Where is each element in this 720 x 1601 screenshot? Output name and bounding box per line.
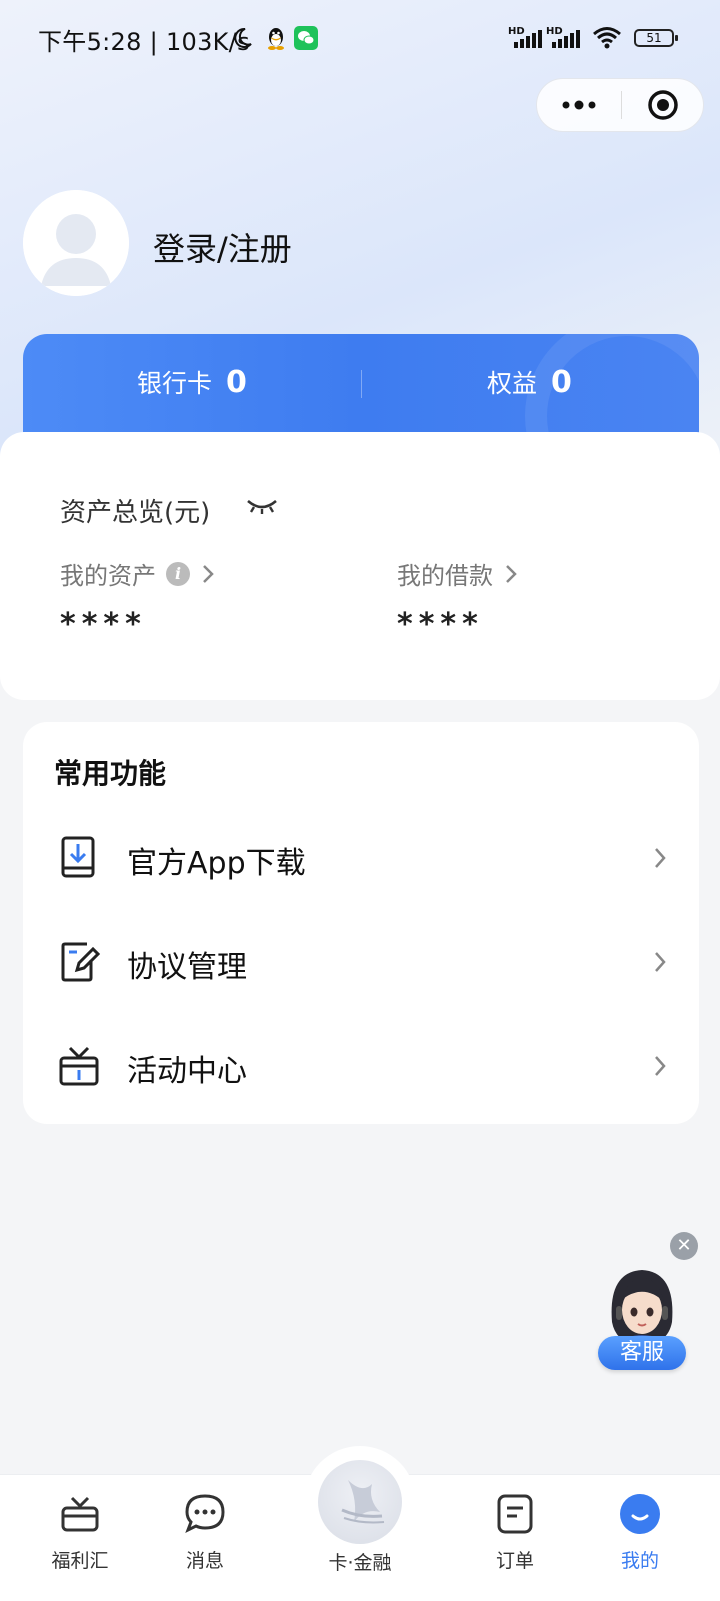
chevron-right-icon bbox=[203, 564, 214, 583]
tab-orders[interactable]: 订单 bbox=[455, 1474, 575, 1600]
bank-card-value: 0 bbox=[226, 365, 247, 400]
function-item-label: 官方App下载 bbox=[127, 846, 306, 881]
target-circle-icon bbox=[648, 90, 678, 120]
tab-label: 订单 bbox=[495, 1550, 534, 1572]
asset-overview-title: 资产总览(元) bbox=[60, 498, 211, 528]
login-register-link[interactable]: 登录/注册 bbox=[153, 224, 292, 270]
card-finance-logo bbox=[341, 1480, 385, 1524]
customer-service-button[interactable]: 客服 bbox=[598, 1262, 686, 1370]
tab-mine[interactable]: 我的 bbox=[580, 1474, 700, 1600]
rights-label: 权益 bbox=[487, 369, 538, 398]
common-functions-card: 常用功能 官方App下载 协议管理 活动中心 bbox=[23, 722, 699, 1124]
tab-label: 福利汇 bbox=[51, 1550, 109, 1572]
tab-label: 消息 bbox=[185, 1550, 224, 1572]
chevron-right-icon bbox=[655, 848, 666, 868]
rights-stat[interactable]: 权益 0 bbox=[487, 364, 572, 400]
summary-divider bbox=[361, 370, 362, 398]
default-avatar-icon bbox=[23, 190, 129, 296]
profile-icon bbox=[620, 1494, 660, 1534]
eye-closed-icon[interactable] bbox=[245, 496, 279, 518]
asset-overview-card: 资产总览(元) 我的资产 i **** 我的借款 **** bbox=[0, 432, 720, 700]
agreement-edit-icon bbox=[61, 942, 101, 982]
close-mini-program-button[interactable] bbox=[621, 79, 705, 131]
gift-box-icon bbox=[59, 1046, 99, 1086]
cellular-signal-icon-2 bbox=[552, 30, 580, 48]
message-icon bbox=[185, 1494, 225, 1534]
info-icon[interactable]: i bbox=[166, 561, 190, 586]
more-button[interactable] bbox=[537, 79, 621, 131]
chevron-right-icon bbox=[655, 952, 666, 972]
cellular-signal-icon bbox=[514, 30, 542, 48]
gift-icon bbox=[61, 1496, 99, 1532]
function-item-activity-center[interactable]: 活动中心 bbox=[23, 1016, 699, 1116]
tab-welfare[interactable]: 福利汇 bbox=[20, 1474, 140, 1600]
customer-service-close-button[interactable]: ✕ bbox=[670, 1232, 698, 1260]
bank-card-stat[interactable]: 银行卡 0 bbox=[137, 364, 247, 400]
tab-messages[interactable]: 消息 bbox=[145, 1474, 265, 1600]
moon-icon bbox=[234, 27, 252, 48]
chevron-right-icon bbox=[655, 1056, 666, 1076]
order-icon bbox=[497, 1494, 533, 1534]
function-item-label: 协议管理 bbox=[127, 950, 247, 985]
function-item-agreement[interactable]: 协议管理 bbox=[23, 912, 699, 1012]
mini-program-capsule bbox=[536, 78, 704, 132]
status-bar: 下午5:28 | 103K/s HD HD 51 bbox=[0, 0, 720, 78]
my-assets-section[interactable]: 我的资产 i **** bbox=[60, 556, 214, 642]
battery-indicator: 51 bbox=[634, 29, 678, 47]
qq-icon bbox=[268, 28, 284, 50]
bank-card-label: 银行卡 bbox=[137, 369, 213, 398]
avatar[interactable] bbox=[23, 190, 129, 296]
my-loans-value: **** bbox=[397, 607, 484, 642]
download-icon bbox=[61, 836, 95, 878]
my-assets-label: 我的资产 bbox=[60, 562, 156, 590]
tab-label: 我的 bbox=[620, 1550, 659, 1572]
chevron-right-icon bbox=[506, 564, 517, 583]
common-functions-title: 常用功能 bbox=[54, 757, 167, 790]
function-item-label: 活动中心 bbox=[127, 1054, 247, 1089]
rights-value: 0 bbox=[551, 365, 572, 400]
tab-label: 卡·金融 bbox=[328, 1552, 392, 1574]
status-time: 下午5:28 | 103K/s bbox=[38, 28, 250, 56]
more-dots-icon bbox=[562, 100, 596, 110]
my-loans-label: 我的借款 bbox=[397, 562, 493, 590]
function-item-app-download[interactable]: 官方App下载 bbox=[23, 808, 699, 908]
wechat-icon bbox=[294, 26, 318, 50]
tab-card-finance[interactable] bbox=[318, 1460, 402, 1544]
wifi-icon bbox=[593, 27, 621, 49]
my-loans-section[interactable]: 我的借款 **** bbox=[397, 556, 517, 642]
my-assets-value: **** bbox=[60, 607, 147, 642]
customer-service-label: 客服 bbox=[598, 1336, 686, 1370]
